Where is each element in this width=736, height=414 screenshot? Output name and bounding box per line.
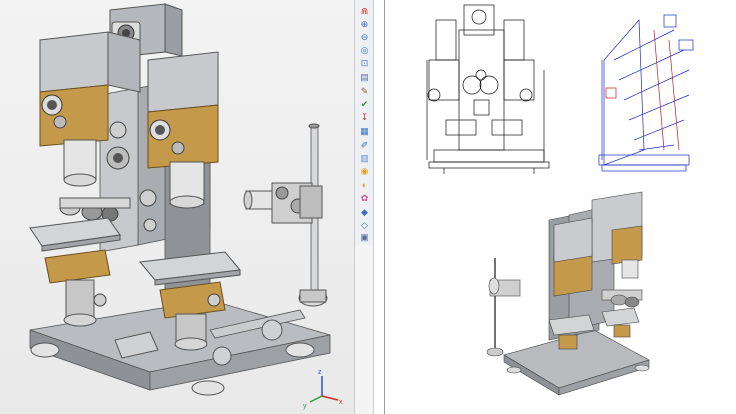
dimension-icon[interactable]: ↧ <box>357 110 372 124</box>
render-icon[interactable]: ◉ <box>357 164 372 178</box>
sheet-icon[interactable]: ▤ <box>357 70 372 84</box>
svg-text:x: x <box>339 399 343 406</box>
toolbar-gutter <box>354 245 374 414</box>
layers-icon[interactable]: ▦ <box>357 124 372 138</box>
zoom-window-icon[interactable]: ⊡ <box>357 56 372 70</box>
axis-triad-icon: z x y <box>303 369 343 410</box>
side-view-drawing <box>598 14 694 172</box>
vertical-toolbar: ⋒⊕⊖◎⊡▤✎✔↧▦✐▥◉◐✿◆◇▣⎙ <box>354 0 374 253</box>
check-icon[interactable]: ✔ <box>357 97 372 111</box>
cad-application: z x y ⋒⊕⊖◎⊡▤✎✔↧▦✐▥◉◐✿◆◇▣⎙ <box>0 0 736 414</box>
isometric-view-drawing <box>486 191 650 396</box>
palette-icon[interactable]: ✿ <box>357 191 372 205</box>
section-icon[interactable]: ▥ <box>357 151 372 165</box>
drawing-views <box>426 4 694 396</box>
zoom-fit-icon[interactable]: ◎ <box>357 43 372 57</box>
annotation-icon[interactable]: ✐ <box>357 138 372 152</box>
magnet-icon[interactable]: ⋒ <box>357 4 372 18</box>
drawing-sheet[interactable] <box>374 0 736 414</box>
zoom-in-icon[interactable]: ⊕ <box>357 17 372 31</box>
assembly-3d-model: z x y <box>29 3 343 410</box>
edit-icon[interactable]: ✎ <box>357 84 372 98</box>
sheet-border <box>384 0 385 414</box>
main-3d-viewport[interactable]: z x y <box>0 0 354 414</box>
color-icon[interactable]: ◆ <box>357 205 372 219</box>
zoom-out-icon[interactable]: ⊖ <box>357 30 372 44</box>
shade-icon[interactable]: ◐ <box>357 178 372 192</box>
svg-text:y: y <box>303 403 307 410</box>
front-view-drawing <box>426 4 550 174</box>
svg-text:z: z <box>318 369 322 376</box>
